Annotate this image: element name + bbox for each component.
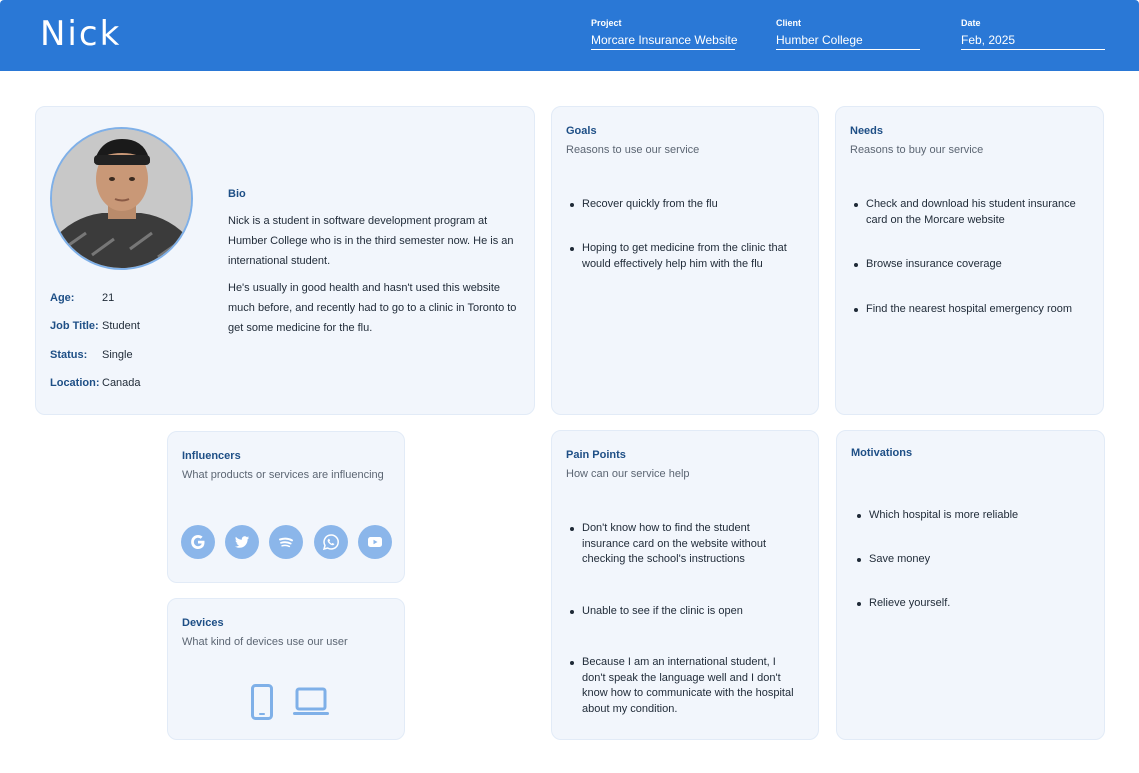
list-item: Relieve yourself.: [857, 596, 1080, 612]
bio-paragraph: Nick is a student in software developmen…: [228, 215, 514, 267]
needs-title: Needs: [850, 125, 884, 137]
avatar-photo: [52, 129, 191, 268]
pain-points-title: Pain Points: [566, 449, 626, 461]
influencers-card: Influencers What products or services ar…: [167, 431, 405, 583]
devices-subtitle: What kind of devices use our user: [182, 636, 348, 648]
client-label: Client: [776, 18, 802, 28]
phone-icon: [251, 684, 273, 720]
list-item: Because I am an international student, I…: [570, 655, 794, 717]
goals-card: Goals Reasons to use our service Recover…: [551, 106, 819, 415]
bio-label: Bio: [228, 188, 246, 200]
status-label: Status:: [50, 349, 88, 361]
list-item: Browse insurance coverage: [854, 257, 1079, 273]
whatsapp-icon[interactable]: [314, 525, 348, 559]
motivations-title: Motivations: [851, 447, 913, 459]
influencers-title: Influencers: [182, 450, 241, 462]
location-value: Canada: [102, 377, 141, 389]
job-title-value: Student: [102, 320, 140, 332]
persona-header: Nick Project Morcare Insurance Website C…: [0, 0, 1139, 71]
list-item: Hoping to get medicine from the clinic t…: [570, 241, 794, 272]
client-value[interactable]: Humber College: [776, 33, 920, 50]
influencers-subtitle: What products or services are influencin…: [182, 469, 384, 481]
list-item: Save money: [857, 552, 1080, 568]
profile-card: Age: 21 Job Title: Student Status: Singl…: [35, 106, 535, 415]
goals-subtitle: Reasons to use our service: [566, 144, 700, 156]
list-item: Find the nearest hospital emergency room: [854, 302, 1079, 318]
pain-points-subtitle: How can our service help: [566, 468, 690, 480]
date-label: Date: [961, 18, 981, 28]
devices-title: Devices: [182, 617, 224, 629]
list-item: Unable to see if the clinic is open: [570, 604, 794, 620]
youtube-icon[interactable]: [358, 525, 392, 559]
twitter-icon[interactable]: [225, 525, 259, 559]
date-value[interactable]: Feb, 2025: [961, 33, 1105, 50]
spotify-icon[interactable]: [269, 525, 303, 559]
project-label: Project: [591, 18, 622, 28]
avatar: [50, 127, 193, 270]
laptop-icon: [293, 687, 329, 715]
list-item: Which hospital is more reliable: [857, 508, 1080, 524]
client-field: Client Humber College: [776, 18, 920, 50]
devices-card: Devices What kind of devices use our use…: [167, 598, 405, 740]
persona-name: Nick: [40, 14, 122, 54]
pain-points-card: Pain Points How can our service help Don…: [551, 430, 819, 740]
goals-title: Goals: [566, 125, 597, 137]
list-item: Recover quickly from the flu: [570, 197, 794, 213]
needs-card: Needs Reasons to buy our service Check a…: [835, 106, 1104, 415]
needs-subtitle: Reasons to buy our service: [850, 144, 984, 156]
project-value[interactable]: Morcare Insurance Website: [591, 33, 738, 50]
google-icon[interactable]: [181, 525, 215, 559]
project-field: Project Morcare Insurance Website: [591, 18, 738, 50]
age-label: Age:: [50, 292, 75, 304]
location-label: Location:: [50, 377, 100, 389]
date-field: Date Feb, 2025: [961, 18, 1105, 50]
list-item: Check and download his student insurance…: [854, 197, 1079, 228]
bio-paragraph: He's usually in good health and hasn't u…: [228, 282, 517, 334]
age-value: 21: [102, 292, 115, 304]
motivations-card: Motivations Which hospital is more relia…: [836, 430, 1105, 740]
status-value: Single: [102, 349, 133, 361]
list-item: Don't know how to find the student insur…: [570, 521, 794, 568]
job-title-label: Job Title:: [50, 320, 99, 332]
